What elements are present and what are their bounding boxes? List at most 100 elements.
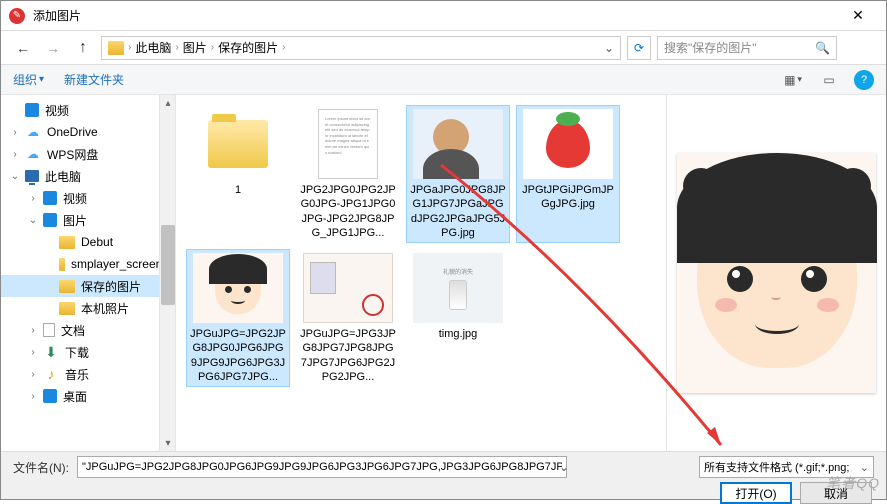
sidebar-item-10[interactable]: ›文档 xyxy=(1,319,175,341)
sidebar-item-label: Debut xyxy=(81,235,113,249)
file-item-0[interactable]: 1 xyxy=(186,105,290,243)
file-label: JPGuJPG=JPG2JPG8JPG0JPG6JPG9JPG9JPG6JPG3… xyxy=(190,327,286,383)
close-button[interactable]: ✕ xyxy=(838,1,878,31)
sidebar-item-7[interactable]: smplayer_screensh xyxy=(1,253,175,275)
sidebar-item-label: 下载 xyxy=(65,344,89,361)
scroll-up-icon[interactable]: ▴ xyxy=(160,95,176,111)
content-area: 1 Lorem ipsum dolor sit amet consectetur … xyxy=(176,95,886,451)
file-thumbnail: Lorem ipsum dolor sit amet consectetur a… xyxy=(303,109,393,179)
search-icon: 🔍 xyxy=(815,41,830,55)
file-thumbnail xyxy=(413,109,503,179)
file-item-6[interactable]: 礼貌的消失 timg.jpg xyxy=(406,249,510,387)
back-button[interactable]: ← xyxy=(11,36,35,60)
crumb-pictures[interactable]: 图片 xyxy=(183,39,207,56)
scrollbar-thumb[interactable] xyxy=(161,225,175,305)
sidebar-item-label: OneDrive xyxy=(47,125,98,139)
chevron-right-icon: › xyxy=(128,42,131,53)
file-label: JPGaJPG0JPG8JPG1JPG7JPGaJPGdJPG2JPGaJPG5… xyxy=(410,183,506,239)
organize-menu[interactable]: 组织▾ xyxy=(13,71,44,88)
file-grid: 1 Lorem ipsum dolor sit amet consectetur … xyxy=(176,95,666,451)
file-label: JPGtJPGiJPGmJPGgJPG.jpg xyxy=(520,183,616,212)
file-thumbnail xyxy=(193,109,283,179)
search-placeholder: 搜索"保存的图片" xyxy=(664,39,757,56)
titlebar: ✎ 添加图片 ✕ xyxy=(1,1,886,31)
file-label: timg.jpg xyxy=(439,327,478,341)
new-folder-button[interactable]: 新建文件夹 xyxy=(64,71,124,88)
sidebar-item-0[interactable]: 视频 xyxy=(1,99,175,121)
file-item-2[interactable]: JPGaJPG0JPG8JPG1JPG7JPGaJPGdJPG2JPGaJPG5… xyxy=(406,105,510,243)
chevron-down-icon[interactable]: ⌄ xyxy=(559,460,569,474)
sidebar: 视频 ›☁OneDrive›☁WPS网盘⌄此电脑 › 视频 ⌄ 图片 Debut smplay… xyxy=(1,95,176,451)
file-thumbnail xyxy=(193,253,283,323)
sidebar-item-4[interactable]: › 视频 xyxy=(1,187,175,209)
sidebar-item-11[interactable]: ›⬇下载 xyxy=(1,341,175,363)
up-button[interactable]: ↑ xyxy=(71,36,95,60)
file-item-3[interactable]: JPGtJPGiJPGmJPGgJPG.jpg xyxy=(516,105,620,243)
folder-icon xyxy=(108,41,124,55)
chevron-icon: › xyxy=(27,193,39,204)
sidebar-item-label: 此电脑 xyxy=(45,168,81,185)
sidebar-item-label: 视频 xyxy=(45,102,69,119)
open-button[interactable]: 打开(O) xyxy=(720,482,792,504)
filename-input[interactable] xyxy=(77,456,567,478)
file-thumbnail xyxy=(303,253,393,323)
sidebar-item-8[interactable]: 保存的图片 xyxy=(1,275,175,297)
navbar: ← → ↑ › 此电脑 › 图片 › 保存的图片 › ⌄ ⟳ 搜索"保存的图片"… xyxy=(1,31,886,65)
sidebar-scrollbar[interactable]: ▴ ▾ xyxy=(159,95,175,451)
chevron-right-icon: › xyxy=(211,42,214,53)
sidebar-item-label: 本机照片 xyxy=(81,300,129,317)
sidebar-item-12[interactable]: ›♪音乐 xyxy=(1,363,175,385)
app-icon: ✎ xyxy=(9,8,25,24)
chevron-icon: › xyxy=(27,347,39,358)
search-input[interactable]: 搜索"保存的图片" 🔍 xyxy=(657,36,837,60)
file-thumbnail: 礼貌的消失 xyxy=(413,253,503,323)
view-options-button[interactable]: ▦▾ xyxy=(782,69,804,91)
sidebar-item-label: WPS网盘 xyxy=(47,146,98,163)
sidebar-item-13[interactable]: › 桌面 xyxy=(1,385,175,407)
sidebar-item-3[interactable]: ⌄此电脑 xyxy=(1,165,175,187)
file-label: JPG2JPG0JPG2JPG0JPG-JPG1JPG0JPG-JPG2JPG8… xyxy=(300,183,396,239)
file-thumbnail xyxy=(523,109,613,179)
chevron-icon: › xyxy=(9,149,21,160)
forward-button[interactable]: → xyxy=(41,36,65,60)
help-button[interactable]: ? xyxy=(854,70,874,90)
sidebar-item-2[interactable]: ›☁WPS网盘 xyxy=(1,143,175,165)
preview-pane xyxy=(666,95,886,451)
filename-label: 文件名(N): xyxy=(13,459,69,476)
crumb-saved[interactable]: 保存的图片 xyxy=(218,39,278,56)
file-item-4[interactable]: JPGuJPG=JPG2JPG8JPG0JPG6JPG9JPG9JPG6JPG3… xyxy=(186,249,290,387)
breadcrumb[interactable]: › 此电脑 › 图片 › 保存的图片 › ⌄ xyxy=(101,36,621,60)
file-label: 1 xyxy=(235,183,241,197)
chevron-icon: ⌄ xyxy=(27,215,39,226)
chevron-right-icon: › xyxy=(175,42,178,53)
window-title: 添加图片 xyxy=(33,7,838,24)
sidebar-item-6[interactable]: Debut xyxy=(1,231,175,253)
chevron-icon: › xyxy=(27,325,39,336)
file-item-5[interactable]: JPGuJPG=JPG3JPG8JPG7JPG8JPG7JPG7JPG6JPG2… xyxy=(296,249,400,387)
preview-image xyxy=(677,153,876,393)
toolbar: 组织▾ 新建文件夹 ▦▾ ▭ ? xyxy=(1,65,886,95)
sidebar-item-1[interactable]: ›☁OneDrive xyxy=(1,121,175,143)
sidebar-item-label: 音乐 xyxy=(65,366,89,383)
sidebar-item-label: 图片 xyxy=(63,212,87,229)
preview-pane-button[interactable]: ▭ xyxy=(818,69,840,91)
chevron-icon: › xyxy=(9,127,21,138)
crumb-pc[interactable]: 此电脑 xyxy=(135,39,171,56)
sidebar-item-label: 桌面 xyxy=(63,388,87,405)
chevron-down-icon[interactable]: ⌄ xyxy=(604,41,614,55)
chevron-right-icon: › xyxy=(282,42,285,53)
watermark: 笔者QQ xyxy=(826,473,880,493)
chevron-icon: › xyxy=(27,369,39,380)
file-item-1[interactable]: Lorem ipsum dolor sit amet consectetur a… xyxy=(296,105,400,243)
chevron-down-icon: ▾ xyxy=(39,74,44,85)
file-label: JPGuJPG=JPG3JPG8JPG7JPG8JPG7JPG7JPG6JPG2… xyxy=(300,327,396,383)
sidebar-item-label: 保存的图片 xyxy=(81,278,141,295)
scroll-down-icon[interactable]: ▾ xyxy=(160,435,176,451)
chevron-icon: › xyxy=(27,391,39,402)
bottom-bar: 文件名(N): ⌄ 所有支持文件格式 (*.gif;*.png; 打开(O) 取… xyxy=(1,451,886,499)
sidebar-item-9[interactable]: 本机照片 xyxy=(1,297,175,319)
refresh-button[interactable]: ⟳ xyxy=(627,36,651,60)
sidebar-item-5[interactable]: ⌄ 图片 xyxy=(1,209,175,231)
main-area: 视频 ›☁OneDrive›☁WPS网盘⌄此电脑 › 视频 ⌄ 图片 Debut smplay… xyxy=(1,95,886,451)
sidebar-item-label: 视频 xyxy=(63,190,87,207)
